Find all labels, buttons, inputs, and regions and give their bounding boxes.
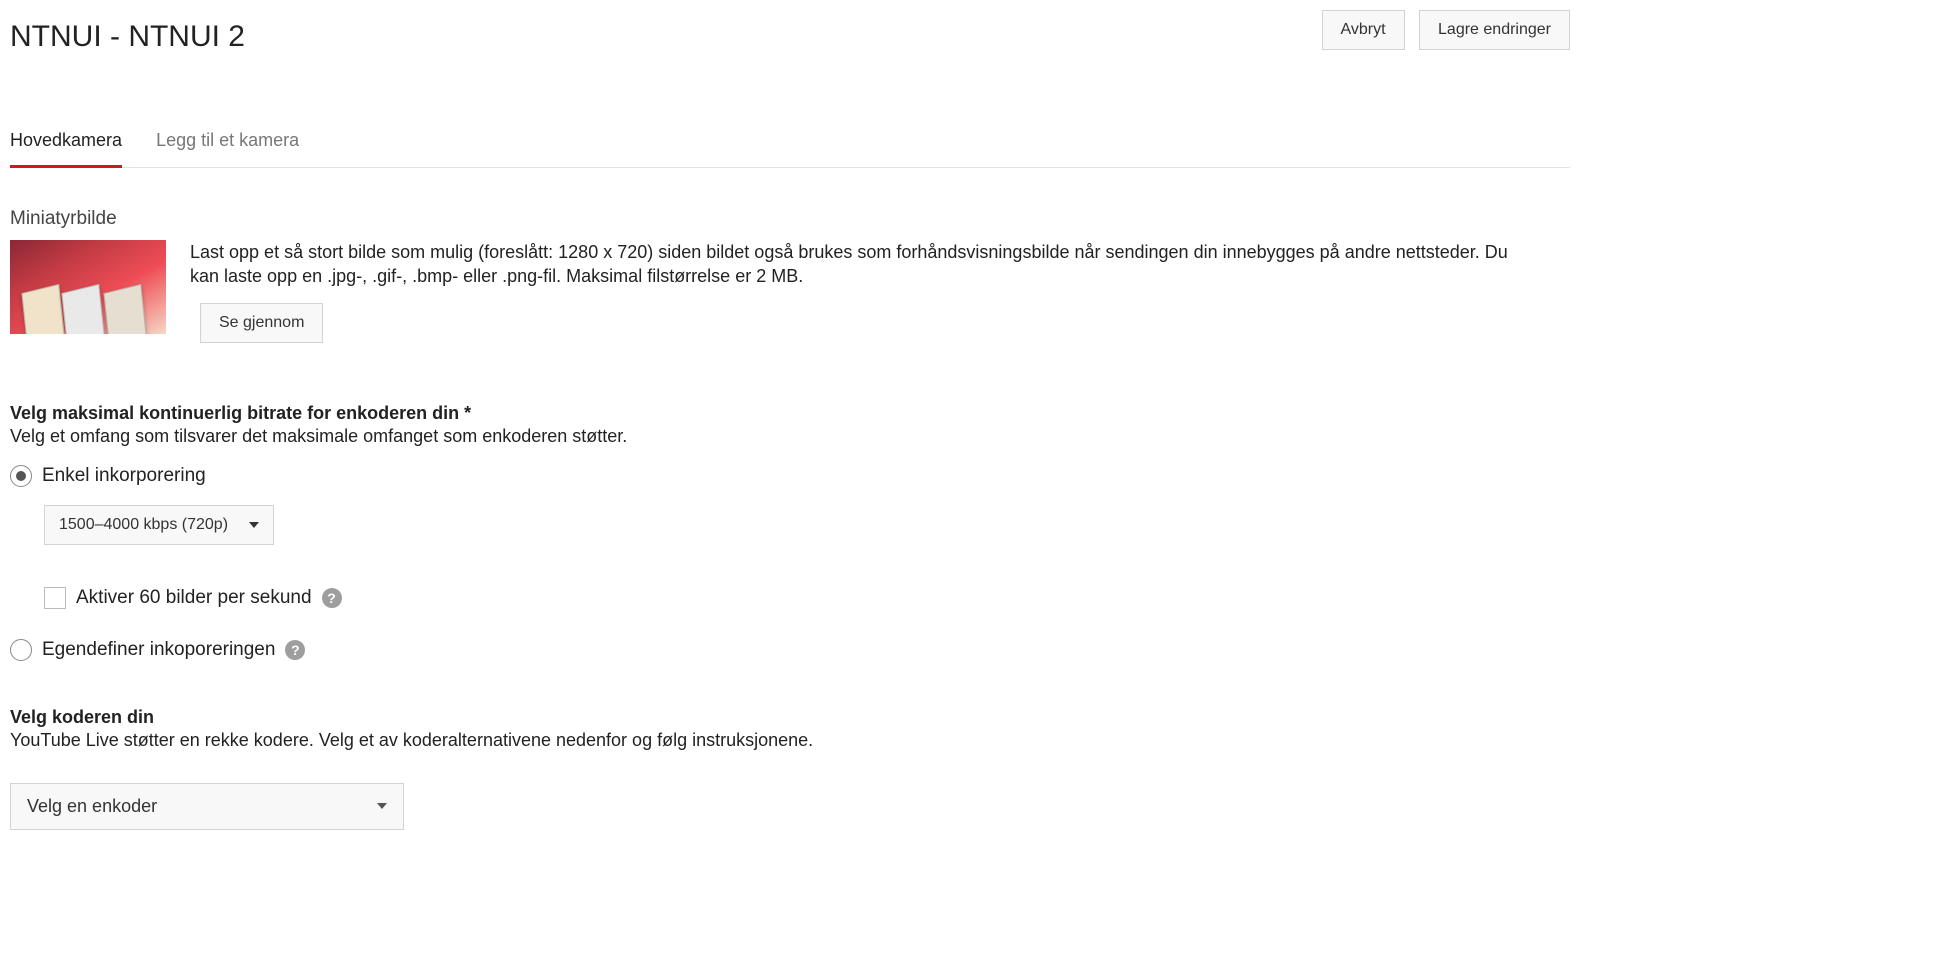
encoder-section: Velg koderen din YouTube Live støtter en… [10,707,1570,830]
thumbnail-info: Last opp et så stort bilde som mulig (fo… [190,240,1520,343]
encoder-select-value: Velg en enkoder [27,796,157,817]
bitrate-subcopy: Velg et omfang som tilsvarer det maksima… [10,426,1570,447]
save-button[interactable]: Lagre endringer [1419,10,1570,50]
tab-add-camera[interactable]: Legg til et kamera [156,124,299,168]
radio-custom[interactable] [10,639,32,661]
help-icon[interactable]: ? [322,588,342,608]
radio-simple-row: Enkel inkorporering [10,465,1570,487]
bitrate-section: Velg maksimal kontinuerlig bitrate for e… [10,403,1570,661]
caret-down-icon [249,522,259,528]
encoder-subcopy: YouTube Live støtter en rekke kodere. Ve… [10,730,1570,751]
cancel-button[interactable]: Avbryt [1322,10,1405,50]
tab-main-camera[interactable]: Hovedkamera [10,124,122,168]
thumbnail-description: Last opp et så stort bilde som mulig (fo… [190,240,1520,289]
fps-checkbox[interactable] [44,587,66,609]
help-icon[interactable]: ? [285,640,305,660]
browse-button[interactable]: Se gjennom [200,303,323,343]
caret-down-icon [377,803,387,809]
radio-simple-label: Enkel inkorporering [42,465,206,487]
thumbnail-preview[interactable] [10,240,166,334]
bitrate-select-value: 1500–4000 kbps (720p) [59,516,228,534]
fps-label: Aktiver 60 bilder per sekund [76,587,312,609]
page-title: NTNUI - NTNUI 2 [10,20,245,54]
header-row: NTNUI - NTNUI 2 Avbryt Lagre endringer [10,10,1570,54]
fps-row: Aktiver 60 bilder per sekund ? [44,587,1570,609]
encoder-heading: Velg koderen din [10,707,1570,728]
thumbnail-row: Last opp et så stort bilde som mulig (fo… [10,240,1570,343]
radio-custom-row: Egendefiner inkoporeringen ? [10,639,1570,661]
encoder-select[interactable]: Velg en enkoder [10,783,404,830]
bitrate-select[interactable]: 1500–4000 kbps (720p) [44,505,274,545]
bitrate-heading: Velg maksimal kontinuerlig bitrate for e… [10,403,1570,424]
thumbnail-section-label: Miniatyrbilde [10,208,1570,230]
radio-simple[interactable] [10,465,32,487]
radio-custom-label: Egendefiner inkoporeringen [42,639,275,661]
tabs: Hovedkamera Legg til et kamera [10,124,1570,168]
header-actions: Avbryt Lagre endringer [1312,10,1570,50]
